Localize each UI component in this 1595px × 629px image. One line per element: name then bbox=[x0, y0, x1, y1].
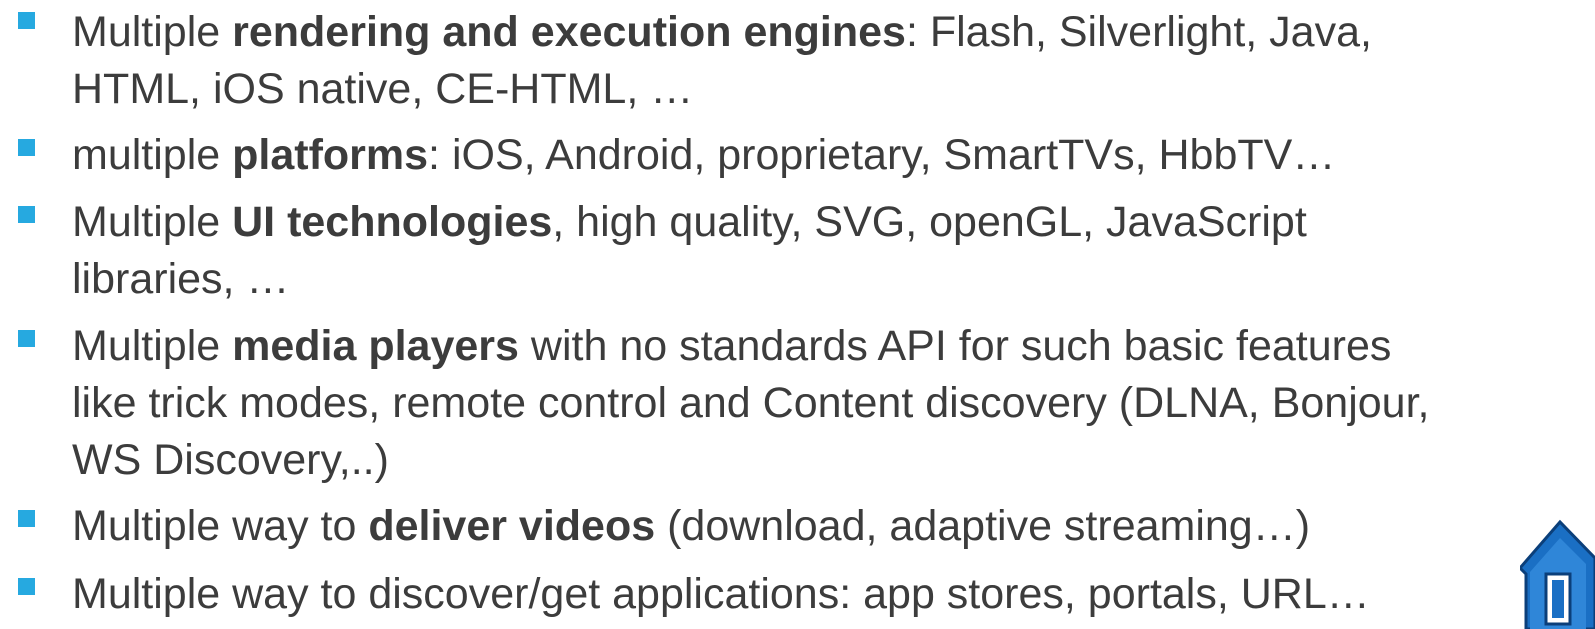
bullet-run: like trick modes, remote control and Con… bbox=[72, 379, 1430, 427]
bullet-keyword: deliver videos bbox=[368, 502, 656, 550]
bullet-text: Multiple way to discover/get application… bbox=[72, 566, 1580, 623]
bullet-square-icon bbox=[18, 510, 35, 527]
bullet-square-icon bbox=[18, 578, 35, 595]
bullet-text: Multiple rendering and execution engines… bbox=[72, 4, 1580, 118]
bullet-run: HTML, iOS native, CE-HTML, … bbox=[72, 65, 694, 113]
bullet-square-icon bbox=[18, 139, 35, 156]
bullet-square-icon bbox=[18, 12, 35, 29]
bullet-run: Multiple way to discover/get application… bbox=[72, 570, 1370, 618]
bullet-run: , high quality, SVG, openGL, JavaScript bbox=[552, 198, 1307, 246]
bullet-line: WS Discovery,..) bbox=[72, 432, 1580, 489]
bullet-run: with no standards API for such basic fea… bbox=[518, 322, 1392, 370]
bullet-keyword: platforms bbox=[232, 131, 429, 179]
slide: Multiple rendering and execution engines… bbox=[0, 0, 1595, 629]
bullet-run: WS Discovery,..) bbox=[72, 436, 389, 484]
bullet-line: Multiple UI technologies, high quality, … bbox=[72, 194, 1580, 251]
bullet-run: libraries, … bbox=[72, 255, 290, 303]
bullet-run: Multiple bbox=[72, 322, 233, 370]
bullet-line: HTML, iOS native, CE-HTML, … bbox=[72, 61, 1580, 118]
bullet-square-icon bbox=[18, 330, 35, 347]
bullet-run: (download, adaptive streaming…) bbox=[655, 502, 1311, 550]
bullet-text: Multiple media players with no standards… bbox=[72, 318, 1580, 489]
bullet-line: like trick modes, remote control and Con… bbox=[72, 375, 1580, 432]
bullet-run: : Flash, Silverlight, Java, bbox=[905, 8, 1372, 56]
bullet-keyword: rendering and execution engines bbox=[232, 8, 906, 56]
home-icon bbox=[1520, 519, 1595, 629]
bullet-run: Multiple bbox=[72, 198, 233, 246]
bullet-line: multiple platforms: iOS, Android, propri… bbox=[72, 127, 1580, 184]
bullet-line: Multiple rendering and execution engines… bbox=[72, 4, 1580, 61]
bullet-keyword: UI technologies bbox=[232, 198, 553, 246]
bullet-line: libraries, … bbox=[72, 251, 1580, 308]
bullet-run: Multiple way to bbox=[72, 502, 369, 550]
bullet-square-icon bbox=[18, 206, 35, 223]
bullet-text: Multiple UI technologies, high quality, … bbox=[72, 194, 1580, 308]
bullet-keyword: media players bbox=[232, 322, 519, 370]
bullet-line: Multiple way to deliver videos (download… bbox=[72, 498, 1580, 555]
bullet-line: Multiple media players with no standards… bbox=[72, 318, 1580, 375]
bullet-run: : iOS, Android, proprietary, SmartTVs, H… bbox=[428, 131, 1336, 179]
bullet-text: Multiple way to deliver videos (download… bbox=[72, 498, 1580, 555]
bullet-run: Multiple bbox=[72, 8, 233, 56]
bullet-line: Multiple way to discover/get application… bbox=[72, 566, 1580, 623]
bullet-run: multiple bbox=[72, 131, 233, 179]
bullet-text: multiple platforms: iOS, Android, propri… bbox=[72, 127, 1580, 184]
